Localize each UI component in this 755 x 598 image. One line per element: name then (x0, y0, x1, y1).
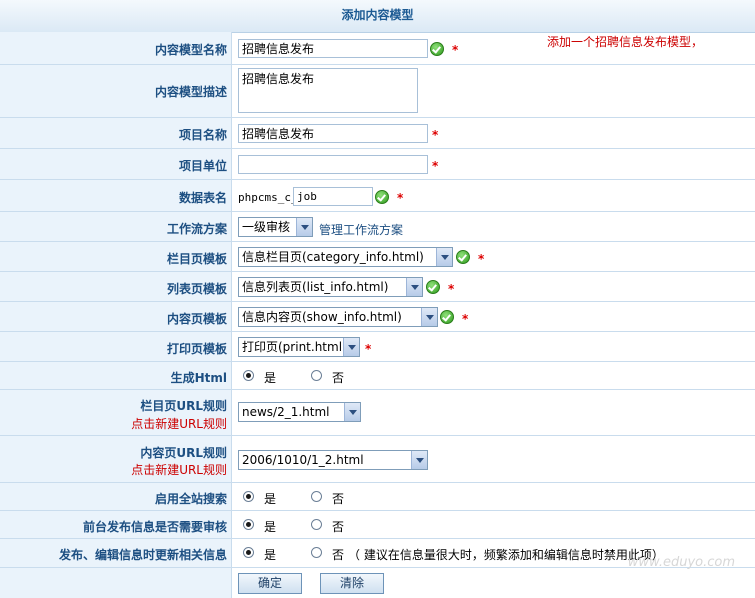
category-tpl-select[interactable]: 信息栏目页(category_info.html) (238, 247, 453, 267)
required-mark: * (365, 342, 372, 356)
item-unit-label: 项目单位 (178, 159, 227, 173)
check-ok-icon (375, 190, 389, 204)
chevron-down-icon (343, 338, 359, 356)
required-mark: * (432, 128, 439, 142)
cat-url-label: 栏目页URL规则 (140, 399, 227, 413)
chevron-down-icon (344, 403, 360, 421)
chevron-down-icon (411, 451, 427, 469)
list-tpl-select[interactable]: 信息列表页(list_info.html) (238, 277, 423, 297)
gen-html-label: 生成Html (170, 371, 227, 385)
model-desc-textarea[interactable]: 招聘信息发布 (238, 68, 418, 113)
update-related-hint: （ 建议在信息量很大时，频繁添加和编辑信息时禁用此项） (348, 548, 664, 562)
check-ok-icon (426, 280, 440, 294)
row-model-desc: 内容模型描述 招聘信息发布 (0, 65, 755, 118)
cat-url-select[interactable]: news/2_1.html (238, 402, 361, 422)
item-name-label: 项目名称 (178, 128, 227, 142)
site-search-no-radio[interactable] (311, 491, 322, 502)
chevron-down-icon (296, 218, 312, 236)
row-workflow: 工作流方案 一级审核 管理工作流方案 (0, 212, 755, 242)
workflow-label: 工作流方案 (166, 222, 227, 236)
page-title: 添加内容模型 (0, 0, 755, 33)
front-audit-no-radio[interactable] (311, 519, 322, 530)
row-print-tpl: 打印页模板 打印页(print.html) * (0, 332, 755, 362)
watermark: www.eduyo.com (627, 555, 735, 570)
required-mark: * (462, 312, 469, 326)
row-site-search: 启用全站搜索 是 否 (0, 483, 755, 511)
required-mark: * (397, 191, 404, 205)
show-url-new-link[interactable]: 点击新建URL规则 (131, 461, 227, 478)
site-search-yes-label: 是 (264, 492, 277, 506)
cat-url-new-link[interactable]: 点击新建URL规则 (131, 415, 227, 432)
site-search-label: 启用全站搜索 (154, 492, 227, 506)
row-front-audit: 前台发布信息是否需要审核 是 否 (0, 511, 755, 539)
print-tpl-select[interactable]: 打印页(print.html) (238, 337, 360, 357)
required-mark: * (432, 159, 439, 173)
required-mark: * (478, 252, 485, 266)
show-tpl-select[interactable]: 信息内容页(show_info.html) (238, 307, 438, 327)
check-ok-icon (430, 42, 444, 56)
row-buttons: 确定 清除 (0, 568, 755, 598)
table-prefix: phpcms_c_ (238, 191, 298, 204)
chevron-down-icon (421, 308, 437, 326)
category-tpl-label: 栏目页模板 (166, 252, 227, 266)
form-page: 添加内容模型 内容模型名称 * 添加一个招聘信息发布模型， 内容模型描述 招聘信… (0, 0, 755, 598)
submit-button[interactable]: 确定 (238, 573, 302, 594)
item-unit-input[interactable] (238, 155, 428, 174)
check-ok-icon (440, 310, 454, 324)
table-name-input[interactable] (293, 187, 373, 206)
front-audit-yes-label: 是 (264, 520, 277, 534)
model-name-input[interactable] (238, 39, 428, 58)
chevron-down-icon (406, 278, 422, 296)
front-audit-no-label: 否 (332, 520, 345, 534)
list-tpl-label: 列表页模板 (166, 282, 227, 296)
row-gen-html: 生成Html 是 否 (0, 362, 755, 390)
show-url-select[interactable]: 2006/1010/1_2.html (238, 450, 428, 470)
reset-button[interactable]: 清除 (320, 573, 384, 594)
row-model-name: 内容模型名称 * 添加一个招聘信息发布模型， (0, 32, 755, 65)
row-cat-url: 栏目页URL规则 点击新建URL规则 news/2_1.html (0, 390, 755, 436)
update-related-no-label: 否 (332, 548, 345, 562)
site-search-no-label: 否 (332, 492, 345, 506)
update-related-yes-label: 是 (264, 548, 277, 562)
row-item-name: 项目名称 * (0, 118, 755, 149)
show-url-label: 内容页URL规则 (140, 446, 227, 460)
gen-html-yes-radio[interactable] (243, 370, 254, 381)
update-related-yes-radio[interactable] (243, 547, 254, 558)
show-tpl-label: 内容页模板 (166, 312, 227, 326)
gen-html-no-radio[interactable] (311, 370, 322, 381)
gen-html-no-label: 否 (332, 371, 345, 385)
model-desc-label: 内容模型描述 (154, 85, 227, 99)
table-name-label: 数据表名 (178, 191, 227, 205)
required-mark: * (448, 282, 455, 296)
row-item-unit: 项目单位 * (0, 149, 755, 180)
row-show-url: 内容页URL规则 点击新建URL规则 2006/1010/1_2.html (0, 436, 755, 483)
row-list-tpl: 列表页模板 信息列表页(list_info.html) * (0, 272, 755, 302)
update-related-no-radio[interactable] (311, 547, 322, 558)
row-table-name: 数据表名 phpcms_c_ * (0, 180, 755, 212)
model-name-label: 内容模型名称 (154, 43, 227, 57)
gen-html-yes-label: 是 (264, 371, 277, 385)
print-tpl-label: 打印页模板 (166, 342, 227, 356)
row-category-tpl: 栏目页模板 信息栏目页(category_info.html) * (0, 242, 755, 272)
model-note: 添加一个招聘信息发布模型， (547, 35, 704, 49)
check-ok-icon (456, 250, 470, 264)
row-show-tpl: 内容页模板 信息内容页(show_info.html) * (0, 302, 755, 332)
item-name-input[interactable] (238, 124, 428, 143)
front-audit-yes-radio[interactable] (243, 519, 254, 530)
front-audit-label: 前台发布信息是否需要审核 (82, 520, 227, 534)
update-related-label: 发布、编辑信息时更新相关信息 (58, 548, 227, 562)
required-mark: * (452, 43, 459, 57)
chevron-down-icon (436, 248, 452, 266)
workflow-select[interactable]: 一级审核 (238, 217, 313, 237)
manage-workflow-link[interactable]: 管理工作流方案 (319, 221, 403, 238)
site-search-yes-radio[interactable] (243, 491, 254, 502)
